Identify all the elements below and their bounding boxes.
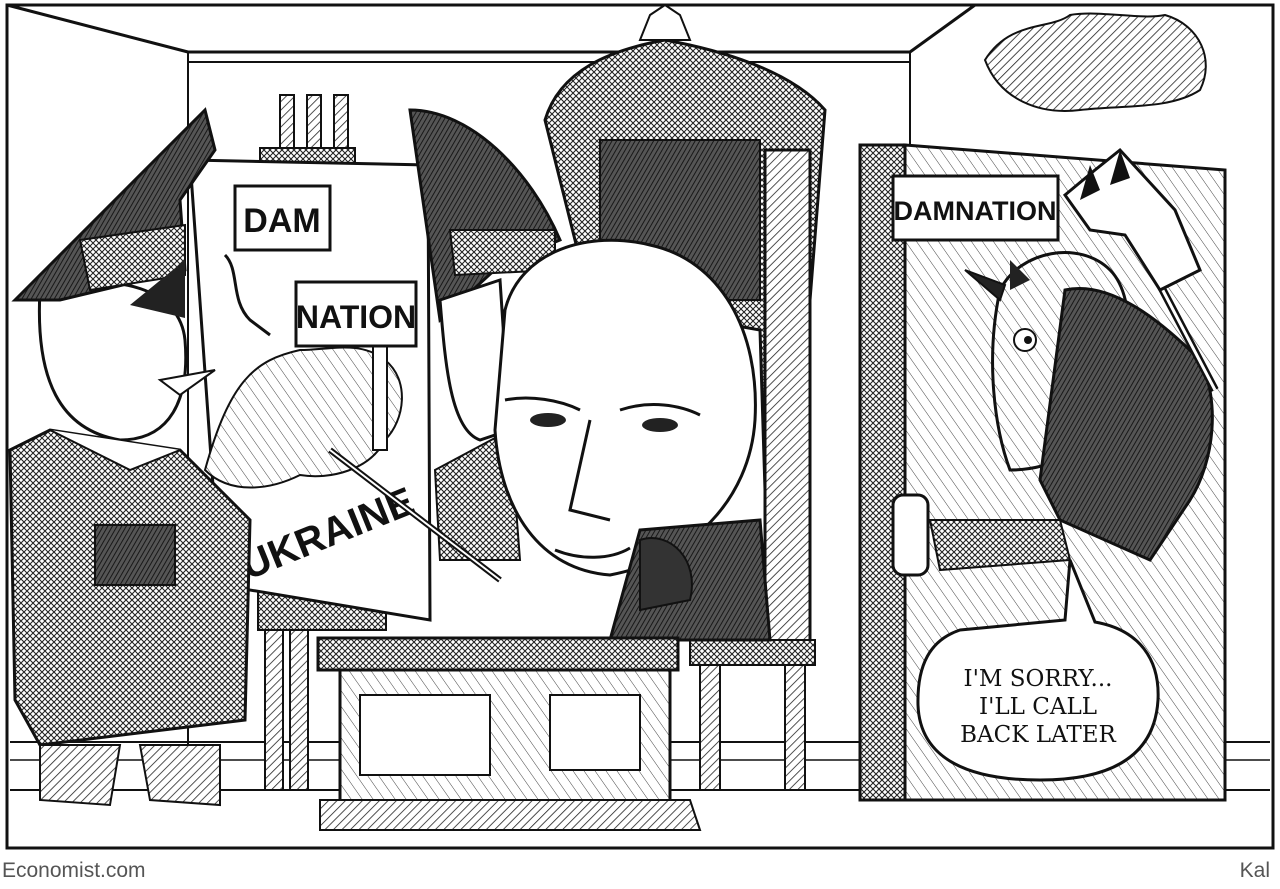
artist-signature: Kal	[1239, 859, 1270, 882]
desk	[316, 636, 702, 831]
source-credit: Economist.com	[2, 859, 146, 882]
speech-bubble-line-3: BACK LATER	[960, 722, 1116, 748]
cartoon-illustration: DAM NATION UKRAINE DAMNATION I'M SORRY..…	[5, 3, 1275, 850]
speech-bubble-line-1: I'M SORRY...	[964, 666, 1113, 692]
nation-sign-label: NATION	[296, 299, 416, 335]
damnation-sign-label: DAMNATION	[894, 196, 1057, 226]
speech-bubble-line-2: I'LL CALL	[979, 694, 1097, 720]
dam-sign-label: DAM	[243, 202, 320, 240]
